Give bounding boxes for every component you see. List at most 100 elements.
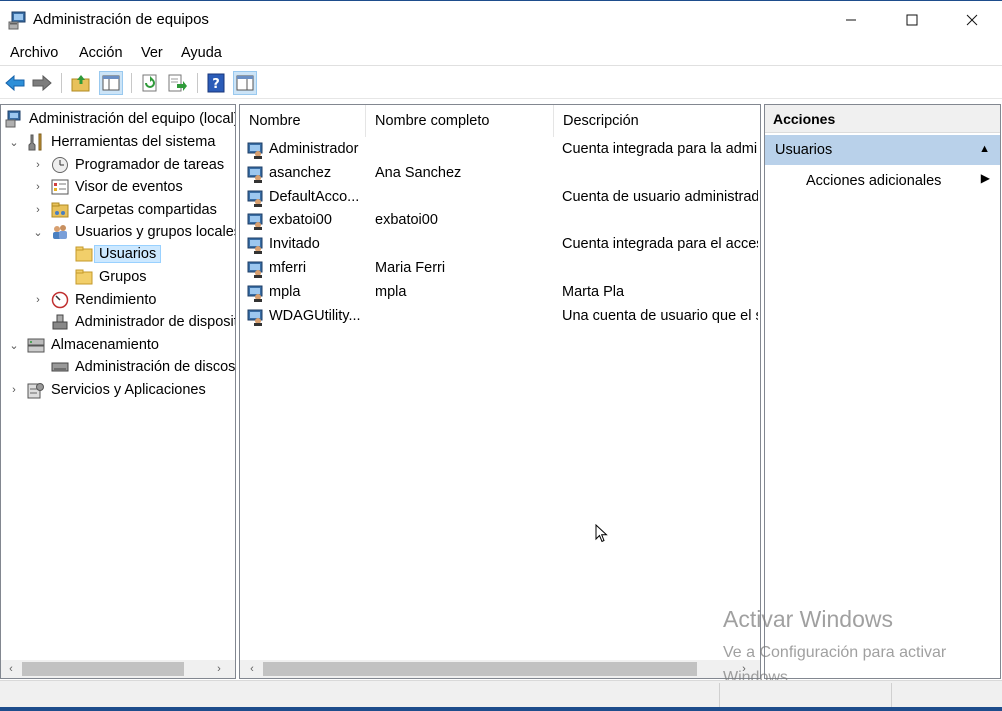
list-horizontal-scrollbar[interactable]: ‹ › — [240, 660, 760, 678]
expand-icon[interactable]: › — [31, 204, 45, 216]
table-row[interactable]: mpla mpla Marta Pla — [240, 281, 760, 305]
cell-description: Cuenta integrada para el acceso como inv… — [562, 236, 758, 253]
tree-label: Carpetas compartidas — [75, 202, 217, 218]
tree-label: Programador de tareas — [75, 157, 225, 173]
collapse-icon[interactable]: ⌄ — [31, 226, 45, 239]
actions-pane: Acciones Usuarios ▲ Acciones adicionales… — [764, 104, 1001, 679]
refresh-button[interactable] — [138, 71, 162, 95]
tools-icon — [28, 133, 42, 151]
tree-label: Herramientas del sistema — [51, 134, 216, 150]
menu-archivo[interactable]: Archivo — [10, 45, 58, 61]
menu-accion[interactable]: Acción — [79, 45, 123, 61]
cell-name: Invitado — [269, 236, 320, 253]
refresh-icon — [142, 74, 157, 92]
scrollbar-thumb[interactable] — [22, 662, 184, 676]
user-icon — [247, 213, 263, 231]
window-border — [0, 707, 1002, 711]
actions-header: Acciones — [765, 105, 1000, 133]
tree-item-device-manager[interactable]: Administrador de dispositivos — [31, 311, 235, 333]
user-icon — [247, 166, 263, 183]
column-header-name[interactable]: Nombre — [240, 105, 366, 137]
cell-name: WDAGUtility... — [269, 307, 361, 324]
submenu-arrow-icon[interactable]: ▶ — [981, 171, 990, 185]
tree-item-shared-folders[interactable]: › Carpetas compartidas — [31, 199, 217, 221]
cell-description: Una cuenta de usuario que el sistema adm… — [562, 307, 758, 324]
tree-item-root[interactable]: Administración del equipo (local) — [5, 108, 235, 130]
users-list[interactable]: Nombre Nombre completo Descripción Admin… — [239, 104, 761, 679]
tree-item-local-users-groups[interactable]: ⌄ Usuarios y grupos locales — [31, 221, 235, 243]
scroll-right-icon[interactable]: › — [211, 661, 227, 677]
forward-button[interactable] — [30, 71, 54, 95]
title-bar: Administración de equipos — [0, 0, 1002, 40]
tree-item-storage[interactable]: ⌄ Almacenamiento — [7, 334, 159, 356]
help-button[interactable]: ? — [204, 71, 228, 95]
tree-item-groups[interactable]: Grupos — [55, 266, 147, 288]
maximize-button[interactable] — [889, 1, 935, 39]
collapse-up-icon[interactable]: ▲ — [979, 143, 990, 155]
scrollbar-thumb[interactable] — [263, 662, 697, 676]
table-row[interactable]: asanchez Ana Sanchez — [240, 162, 760, 186]
tree-label: Administración del equipo (local) — [29, 111, 235, 127]
back-button[interactable] — [3, 71, 27, 95]
table-row[interactable]: mferri Maria Ferri — [240, 257, 760, 281]
show-hide-tree-button[interactable] — [99, 71, 123, 95]
tree-item-users[interactable]: Usuarios — [55, 243, 162, 265]
user-icon — [247, 190, 263, 207]
computer-management-icon — [5, 110, 21, 128]
expand-icon[interactable]: › — [31, 159, 45, 171]
tree-horizontal-scrollbar[interactable]: ‹ › — [1, 660, 235, 678]
minimize-button[interactable] — [828, 1, 874, 39]
tree-item-disk-management[interactable]: Administración de discos — [31, 356, 235, 378]
scroll-left-icon[interactable]: ‹ — [244, 661, 260, 677]
cell-name: Administrador — [269, 141, 359, 157]
export-list-icon — [168, 74, 187, 92]
event-viewer-icon — [51, 179, 69, 195]
table-row[interactable]: Invitado Cuenta integrada para el acceso … — [240, 233, 760, 257]
close-button[interactable] — [949, 1, 995, 39]
tree-item-services-apps[interactable]: › Servicios y Aplicaciones — [7, 379, 206, 401]
status-segment — [720, 683, 892, 707]
computer-management-icon — [8, 11, 26, 30]
more-actions-item[interactable]: Acciones adicionales — [806, 173, 941, 189]
scroll-left-icon[interactable]: ‹ — [3, 661, 19, 677]
collapse-icon[interactable]: ⌄ — [7, 339, 21, 352]
actions-section-usuarios[interactable]: Usuarios ▲ — [765, 135, 1000, 165]
tree-item-performance[interactable]: › Rendimiento — [31, 289, 156, 311]
table-row[interactable]: WDAGUtility... Una cuenta de usuario que … — [240, 305, 760, 329]
user-icon — [247, 142, 263, 159]
tree-item-system-tools[interactable]: ⌄ Herramientas del sistema — [7, 131, 215, 153]
console-tree[interactable]: Administración del equipo (local) ⌄ Herr… — [0, 104, 236, 679]
up-button[interactable] — [69, 71, 93, 95]
menu-ayuda[interactable]: Ayuda — [181, 45, 222, 61]
folder-icon — [75, 246, 93, 262]
cell-full-name: exbatoi00 — [375, 212, 438, 229]
show-hide-tree-icon — [102, 75, 120, 91]
expand-icon[interactable]: › — [31, 294, 45, 306]
tree-item-event-viewer[interactable]: › Visor de eventos — [31, 176, 183, 198]
menu-bar: Archivo Acción Ver Ayuda — [0, 42, 1002, 66]
expand-icon[interactable]: › — [7, 384, 21, 396]
toolbar-separator — [61, 73, 62, 93]
collapse-icon[interactable]: ⌄ — [7, 136, 21, 149]
status-segment — [0, 683, 720, 707]
table-row[interactable]: Administrador Cuenta integrada para la ad… — [240, 138, 760, 162]
export-list-button[interactable] — [166, 71, 190, 95]
clock-icon — [52, 157, 68, 173]
tree-item-task-scheduler[interactable]: › Programador de tareas — [31, 154, 224, 176]
user-icon — [247, 285, 263, 302]
column-header-description[interactable]: Descripción — [554, 105, 760, 137]
menu-ver[interactable]: Ver — [141, 45, 163, 61]
expand-icon[interactable]: › — [31, 181, 45, 193]
shared-folder-icon — [51, 202, 69, 218]
cell-full-name: Ana Sanchez — [375, 164, 462, 181]
actions-section-label: Usuarios — [775, 142, 833, 158]
tree-label: Administrador de dispositivos — [75, 314, 235, 330]
storage-icon — [27, 338, 45, 353]
tree-label: Almacenamiento — [51, 337, 159, 353]
table-row[interactable]: DefaultAcco... Cuenta de usuario administ… — [240, 186, 760, 210]
show-hide-action-pane-button[interactable] — [233, 71, 257, 95]
column-header-full-name[interactable]: Nombre completo — [366, 105, 554, 137]
table-row[interactable]: exbatoi00 exbatoi00 — [240, 209, 760, 233]
back-icon — [5, 75, 25, 91]
mouse-pointer-icon — [595, 524, 608, 543]
